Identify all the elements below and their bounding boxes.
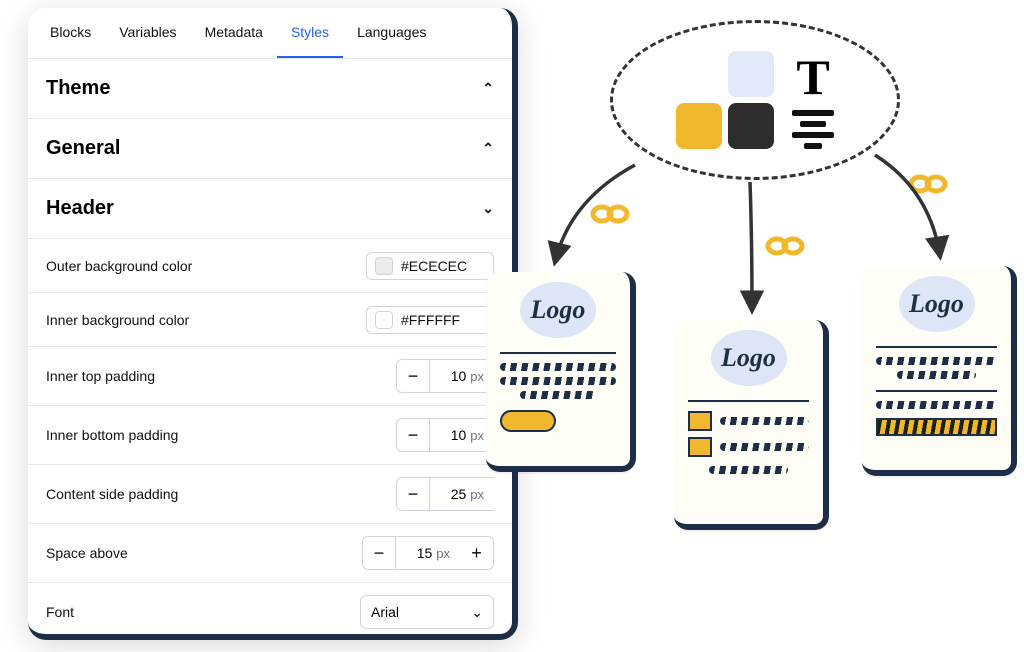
tab-bar: Blocks Variables Metadata Styles Languag…: [28, 8, 512, 59]
row-inner-bg: Inner background color #FFFFFF: [28, 293, 512, 347]
link-icon: [590, 200, 630, 235]
button-placeholder: [500, 410, 556, 432]
logo-placeholder: Logo: [899, 276, 975, 332]
tab-styles[interactable]: Styles: [277, 8, 343, 58]
inner-bg-label: Inner background color: [46, 312, 189, 328]
inner-bottom-decrement[interactable]: −: [396, 418, 430, 452]
tab-variables[interactable]: Variables: [105, 8, 190, 58]
side-pad-decrement[interactable]: −: [396, 477, 430, 511]
highlight-placeholder: [876, 418, 997, 436]
image-placeholder: [688, 411, 712, 431]
space-above-value: 15: [417, 545, 433, 561]
preview-card-c: Logo: [862, 266, 1017, 476]
inner-top-decrement[interactable]: −: [396, 359, 430, 393]
space-above-field[interactable]: 15 px: [396, 536, 460, 570]
inner-bottom-label: Inner bottom padding: [46, 427, 178, 443]
design-source-oval: T: [610, 20, 900, 180]
section-header-title: Header: [46, 197, 114, 220]
color-swatch-icon: [728, 51, 774, 97]
color-swatch-icon: [676, 103, 722, 149]
font-label: Font: [46, 604, 74, 620]
outer-bg-value: #ECECEC: [401, 258, 467, 274]
row-outer-bg: Outer background color #ECECEC: [28, 239, 512, 293]
row-font: Font Arial ⌄: [28, 583, 512, 640]
section-theme-title: Theme: [46, 77, 110, 100]
color-swatch-icon: [728, 103, 774, 149]
row-space-above: Space above − 15 px +: [28, 524, 512, 583]
inner-bg-value: #FFFFFF: [401, 312, 460, 328]
section-general[interactable]: General ⌃: [28, 119, 512, 179]
font-select-value: Arial: [371, 604, 399, 620]
preview-card-b: Logo: [674, 320, 829, 530]
row-side-pad: Content side padding − 25 px: [28, 465, 512, 524]
alignment-icon: [792, 110, 834, 149]
space-above-decrement[interactable]: −: [362, 536, 396, 570]
link-icon: [765, 232, 805, 267]
tab-languages[interactable]: Languages: [343, 8, 440, 58]
side-pad-label: Content side padding: [46, 486, 178, 502]
section-general-title: General: [46, 137, 120, 160]
link-icon: [908, 170, 948, 205]
section-theme[interactable]: Theme ⌃: [28, 59, 512, 119]
outer-bg-label: Outer background color: [46, 258, 192, 274]
tab-blocks[interactable]: Blocks: [36, 8, 105, 58]
styles-panel: Blocks Variables Metadata Styles Languag…: [28, 8, 518, 640]
space-above-unit: px: [436, 546, 450, 561]
outer-bg-swatch: [375, 257, 393, 275]
illustration: T Logo Logo: [460, 0, 1020, 652]
row-inner-bottom: Inner bottom padding − 10 px: [28, 406, 512, 465]
logo-placeholder: Logo: [520, 282, 596, 338]
row-inner-top: Inner top padding − 10 px: [28, 347, 512, 406]
inner-top-label: Inner top padding: [46, 368, 155, 384]
header-rows: Outer background color #ECECEC Inner bac…: [28, 239, 512, 640]
tab-metadata[interactable]: Metadata: [191, 8, 277, 58]
logo-placeholder: Logo: [711, 330, 787, 386]
space-above-label: Space above: [46, 545, 128, 561]
image-placeholder: [688, 437, 712, 457]
typography-icon: T: [796, 52, 829, 102]
preview-card-a: Logo: [486, 272, 636, 472]
inner-bg-swatch: [375, 311, 393, 329]
section-header[interactable]: Header ⌄: [28, 179, 512, 239]
